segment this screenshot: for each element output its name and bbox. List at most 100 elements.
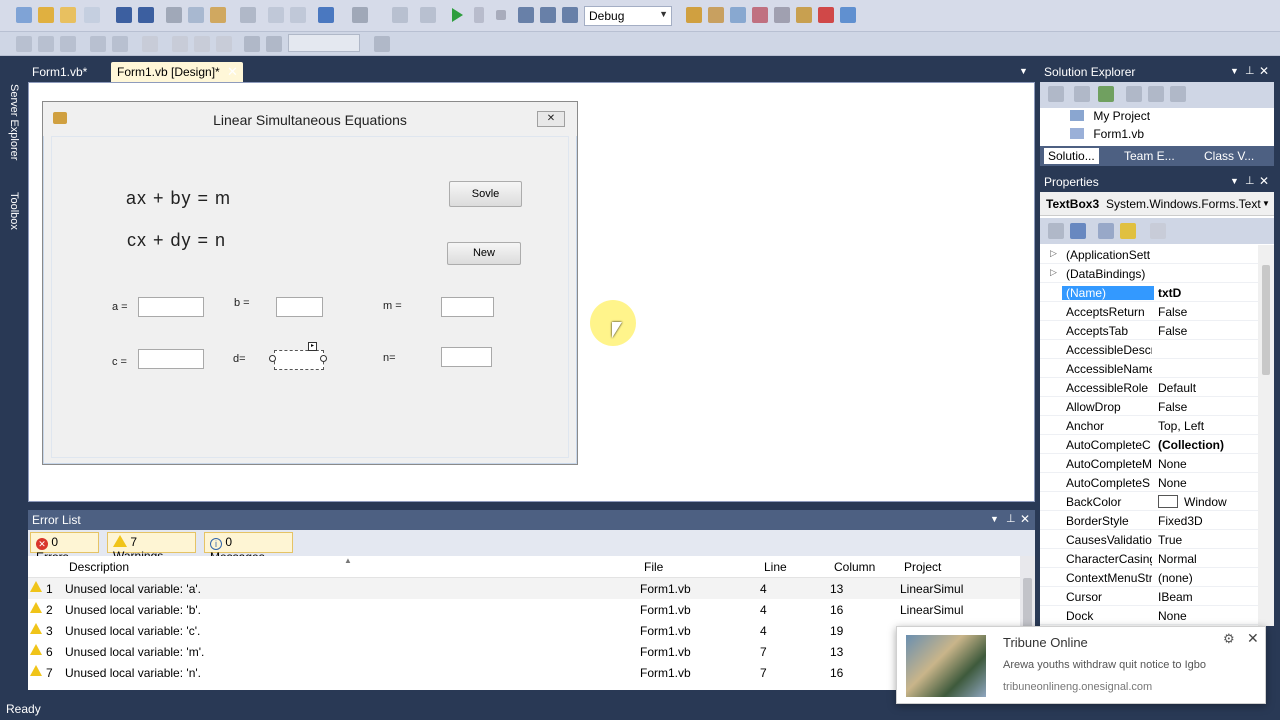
tree-item-form1[interactable]: Form1.vb (1070, 127, 1144, 141)
property-row[interactable]: CausesValidation True (1040, 530, 1258, 549)
format-icon[interactable] (216, 36, 232, 52)
step-into-icon[interactable] (518, 7, 534, 23)
layout-icon[interactable] (374, 36, 390, 52)
expand-icon[interactable]: ▷ (1050, 267, 1057, 278)
textbox-c[interactable] (138, 349, 204, 369)
property-row[interactable]: Cursor IBeam (1040, 587, 1258, 606)
class-diagram-icon[interactable] (1170, 86, 1186, 102)
tab-class-view[interactable]: Class V... (1204, 149, 1254, 163)
group-icon[interactable] (90, 36, 106, 52)
panel-menu-icon[interactable]: ▼ (1230, 176, 1239, 186)
comment-icon[interactable] (268, 7, 284, 23)
property-row[interactable]: BackColor Window (1040, 492, 1258, 511)
paste-icon[interactable] (210, 7, 226, 23)
close-icon[interactable]: ✕ (1259, 64, 1269, 78)
new-button[interactable]: New (447, 242, 521, 265)
property-row-selected[interactable]: (Name) txtD (1040, 283, 1258, 302)
table-row[interactable]: 3 Unused local variable: 'c'. Form1.vb 4… (28, 620, 1020, 641)
property-value[interactable]: txtD (1158, 286, 1258, 300)
uncomment-icon[interactable] (290, 7, 306, 23)
property-value[interactable]: Top, Left (1158, 419, 1258, 433)
property-value[interactable]: False (1158, 305, 1258, 319)
property-row[interactable]: AcceptsReturn False (1040, 302, 1258, 321)
find-in-files-icon[interactable] (686, 7, 702, 23)
add-item-icon[interactable] (38, 7, 54, 23)
command-window-icon[interactable] (840, 7, 856, 23)
property-value[interactable]: None (1158, 609, 1258, 623)
property-value[interactable]: Normal (1158, 552, 1258, 566)
object-selector[interactable]: TextBox3 System.Windows.Forms.Text ▼ (1040, 192, 1274, 216)
resize-handle-right[interactable] (320, 355, 327, 362)
property-value[interactable]: False (1158, 400, 1258, 414)
stop-icon[interactable] (496, 10, 506, 20)
designer-form[interactable]: Linear Simultaneous Equations ✕ ax + by … (42, 101, 578, 465)
property-value[interactable]: True (1158, 533, 1258, 547)
close-icon[interactable]: ✕ (1247, 630, 1259, 647)
property-pages-icon[interactable] (1150, 223, 1166, 239)
property-row[interactable]: AllowDrop False (1040, 397, 1258, 416)
property-value[interactable]: None (1158, 476, 1258, 490)
table-row[interactable]: 2 Unused local variable: 'b'. Form1.vb 4… (28, 599, 1020, 620)
property-value[interactable]: Window (1184, 495, 1258, 509)
property-row[interactable]: AutoCompleteM None (1040, 454, 1258, 473)
close-icon[interactable]: ✕ (1259, 174, 1269, 188)
property-row[interactable]: ContextMenuStr (none) (1040, 568, 1258, 587)
zoom-combo[interactable] (288, 34, 360, 52)
bold-icon[interactable] (172, 36, 188, 52)
redo-icon[interactable] (352, 7, 368, 23)
sort-icon[interactable] (60, 36, 76, 52)
textbox-n[interactable] (441, 347, 492, 367)
events-icon[interactable] (1120, 223, 1136, 239)
property-value[interactable]: (none) (1158, 571, 1258, 585)
property-value[interactable]: None (1158, 457, 1258, 471)
textbox-d-selected[interactable] (274, 350, 324, 370)
textbox-m[interactable] (441, 297, 494, 317)
property-value[interactable]: IBeam (1158, 590, 1258, 604)
property-row[interactable]: CharacterCasing Normal (1040, 549, 1258, 568)
tab-form1-code[interactable]: Form1.vb* (26, 62, 93, 82)
warnings-filter-button[interactable]: 7 Warnings (107, 532, 196, 563)
col-description[interactable]: Description (69, 560, 129, 574)
step-over-icon[interactable] (540, 7, 556, 23)
pin-icon[interactable]: ⊥ (1245, 174, 1255, 187)
find-icon[interactable] (240, 7, 256, 23)
copy-icon[interactable] (188, 7, 204, 23)
tab-form1-design[interactable]: Form1.vb [Design]* (111, 62, 243, 82)
pin-icon[interactable]: ⊥ (1245, 64, 1255, 77)
property-value[interactable]: (Collection) (1158, 438, 1258, 452)
show-all-files-icon[interactable] (1074, 86, 1090, 102)
zoom-in-icon[interactable] (244, 36, 260, 52)
undo-icon[interactable] (318, 7, 334, 23)
tab-order-icon[interactable] (142, 36, 158, 52)
smart-tag-icon[interactable]: ▸ (308, 342, 317, 351)
table-row[interactable]: 1 Unused local variable: 'a'. Form1.vb 4… (28, 578, 1020, 599)
navigate-forward-icon[interactable] (420, 7, 436, 23)
messages-filter-button[interactable]: i 0 Messages (204, 532, 293, 564)
property-value[interactable]: False (1158, 324, 1258, 338)
ungroup-icon[interactable] (112, 36, 128, 52)
font-size-icon[interactable] (194, 36, 210, 52)
tree-item-my-project[interactable]: My Project (1070, 109, 1150, 123)
close-tab-icon[interactable]: ✕ (227, 64, 238, 80)
align-centers-icon[interactable] (38, 36, 54, 52)
properties-window-icon[interactable] (730, 7, 746, 23)
new-project-icon[interactable] (16, 7, 32, 23)
panel-menu-icon[interactable]: ▼ (1230, 66, 1239, 76)
col-project[interactable]: Project (904, 560, 941, 574)
tab-team-explorer[interactable]: Team E... (1124, 149, 1175, 163)
refresh-icon[interactable] (1098, 86, 1114, 102)
view-designer-icon[interactable] (1148, 86, 1164, 102)
close-icon[interactable]: ✕ (1020, 512, 1030, 526)
close-icon[interactable]: ✕ (537, 111, 565, 127)
start-page-icon[interactable] (796, 7, 812, 23)
property-row[interactable]: AccessibleRole Default (1040, 378, 1258, 397)
property-row[interactable]: AccessibleDescri (1040, 340, 1258, 359)
tab-overflow-icon[interactable]: ▼ (1019, 66, 1028, 76)
property-row[interactable]: AutoCompleteS None (1040, 473, 1258, 492)
grid-icon[interactable] (84, 7, 100, 23)
property-value[interactable]: Default (1158, 381, 1258, 395)
table-row[interactable]: 7 Unused local variable: 'n'. Form1.vb 7… (28, 662, 1020, 683)
solve-button[interactable]: Sovle (449, 181, 522, 207)
expand-icon[interactable]: ▷ (1050, 248, 1057, 259)
col-column[interactable]: Column (834, 560, 875, 574)
